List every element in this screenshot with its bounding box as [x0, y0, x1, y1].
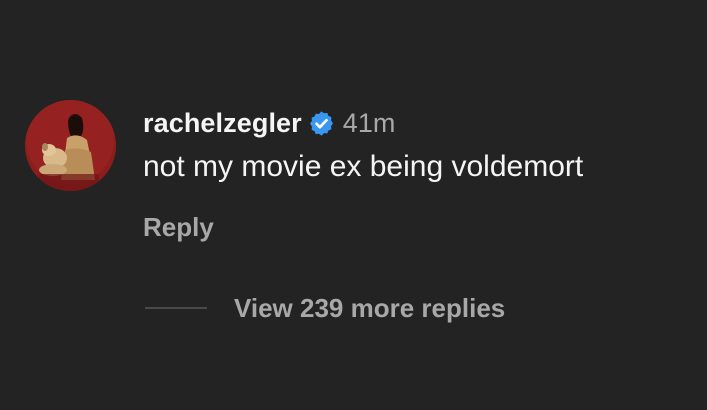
reply-button[interactable]: Reply — [143, 212, 214, 243]
avatar-image — [25, 100, 116, 191]
replies-divider — [145, 307, 207, 309]
avatar[interactable] — [25, 100, 116, 191]
username[interactable]: rachelzegler — [143, 108, 302, 139]
timestamp: 41m — [342, 107, 396, 138]
comment-item: rachelzegler 41m not my movie ex being v… — [0, 0, 707, 410]
comment-header: rachelzegler 41m — [143, 103, 395, 143]
comment-text: not my movie ex being voldemort — [143, 150, 584, 183]
view-replies-label: View 239 more replies — [234, 292, 506, 323]
verified-badge-icon — [308, 110, 335, 137]
view-replies-button[interactable]: View 239 more replies — [145, 290, 505, 326]
